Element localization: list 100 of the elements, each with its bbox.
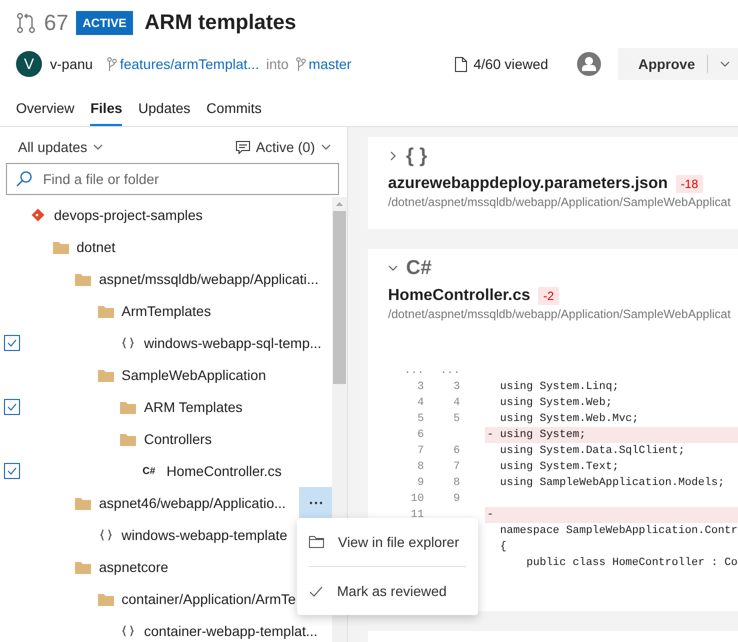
branch-icon [106,57,117,71]
removed-marker: - [487,429,494,441]
line-number: 10 [410,493,424,505]
csharp-icon: C# [142,466,158,476]
folder-icon [75,560,91,574]
file-name[interactable]: HomeController.cs [388,287,530,305]
code-line: namespace SampleWebApplication.Contr [500,525,738,537]
folder-icon [98,592,114,606]
code-line: using SampleWebApplication.Models; [500,477,724,489]
braces-icon [122,337,134,349]
line-number: 8 [417,461,424,473]
code-line: using System.Data.SqlClient; [500,445,685,457]
tree-item-label[interactable]: Controllers [144,431,212,447]
more-icon [308,501,322,505]
folder-icon [98,368,114,382]
chevron-down-icon [720,59,730,69]
tree-item-label[interactable]: ARM Templates [144,399,243,415]
line-number: 11 [410,509,424,521]
folder-icon [120,432,136,446]
tree-item-label[interactable]: dotnet [76,239,116,255]
tree-item-label[interactable]: ArmTemplates [122,303,211,319]
code-line: public class HomeController : Co [525,557,738,569]
code-line: { [500,541,507,553]
checkmark-icon [7,339,17,347]
into-label: into [266,56,289,72]
braces-icon [122,625,134,637]
line-number: 6 [453,445,460,457]
branch-icon [296,57,306,71]
tab[interactable]: Files [90,100,122,126]
file-path: /dotnet/aspnet/mssqldb/webapp/Application/SampleWebApplicat [388,195,732,209]
chevron-down-icon [388,263,398,273]
comment-icon [236,140,250,154]
folder-icon [75,496,91,510]
target-branch-link[interactable]: master [308,56,352,72]
tab[interactable]: Overview [16,100,74,126]
line-number: 6 [417,429,424,441]
reviewer-avatar-icon[interactable] [576,51,602,77]
tree-item-label[interactable]: aspnet46/webapp/Applicatio... [99,495,286,511]
code-line: using System.Web.Mvc; [500,413,639,425]
status-badge: ACTIVE [76,11,132,35]
updates-dropdown[interactable]: All updates [18,139,104,155]
line-number: 5 [453,413,460,425]
author-avatar: V [16,51,42,77]
line-number: 3 [453,381,460,393]
chevron-down-icon [93,142,104,152]
file-name[interactable]: azurewebappdeploy.parameters.json [388,175,668,193]
tree-item-label[interactable]: devops-project-samples [54,207,203,223]
author-name[interactable]: v-panu [50,56,93,72]
file-icon [455,56,468,72]
tree-item-label[interactable]: container/Application/ArmTe [122,591,296,607]
tree-item-label[interactable]: aspnetcore [99,559,168,575]
viewed-count: 4/60 viewed [473,56,548,72]
line-number: 3 [417,381,424,393]
line-number: 4 [417,397,424,409]
menu-item[interactable]: View in file explorer [297,524,478,560]
tree-item-label[interactable]: HomeController.cs [166,463,282,479]
folder-icon [98,304,114,318]
checkmark-icon [7,403,17,411]
chevron-right-icon [388,151,398,161]
approve-button[interactable]: Approve [618,48,738,80]
line-number: 7 [453,461,460,473]
change-count: -2 [538,287,559,305]
reviewed-checkbox[interactable] [4,399,20,415]
file-path: /dotnet/aspnet/mssqldb/webapp/Application/SampleWebApplicat [388,307,732,321]
tree-item-label[interactable]: windows-webapp-template [122,527,288,543]
line-number: 7 [417,445,424,457]
reviewed-checkbox[interactable] [4,335,20,351]
file-type-label: { } [406,144,428,168]
reviewed-checkbox[interactable] [4,463,20,479]
checkmark-icon [309,586,323,596]
change-count: -18 [676,175,704,193]
search-icon [16,171,32,187]
folder-icon [75,272,91,286]
folder-outline-icon [309,536,324,548]
file-type-label: C# [406,256,432,280]
folder-icon [120,400,136,414]
line-number: ... [403,365,424,377]
checkmark-icon [7,467,17,475]
tab[interactable]: Commits [206,100,262,126]
line-number: 4 [453,397,460,409]
pr-number: 67 [44,10,68,36]
tree-item-label[interactable]: windows-webapp-sql-temp... [144,335,322,351]
comments-dropdown[interactable]: Active (0) [236,139,331,155]
pr-title: ARM templates [144,11,296,35]
code-line: using System.Web; [500,397,612,409]
search-field[interactable]: Find a file or folder [6,163,339,195]
tree-item-label[interactable]: SampleWebApplication [122,367,266,383]
scrollbar-thumb[interactable] [333,211,346,384]
chevron-down-icon [321,142,331,152]
code-line: using System.Text; [500,461,619,473]
folder-icon [52,240,68,254]
tab[interactable]: Updates [138,100,190,126]
line-number: 9 [417,477,424,489]
code-line: using System.Linq; [500,381,619,393]
source-branch-link[interactable]: features/armTemplat... [120,56,260,72]
braces-icon [100,529,112,541]
pull-request-icon [16,12,36,34]
menu-item[interactable]: Mark as reviewed [297,573,478,609]
tree-item-label[interactable]: container-webapp-templat... [144,623,318,639]
tree-item-label[interactable]: aspnet/mssqldb/webapp/Applicati... [99,271,318,287]
